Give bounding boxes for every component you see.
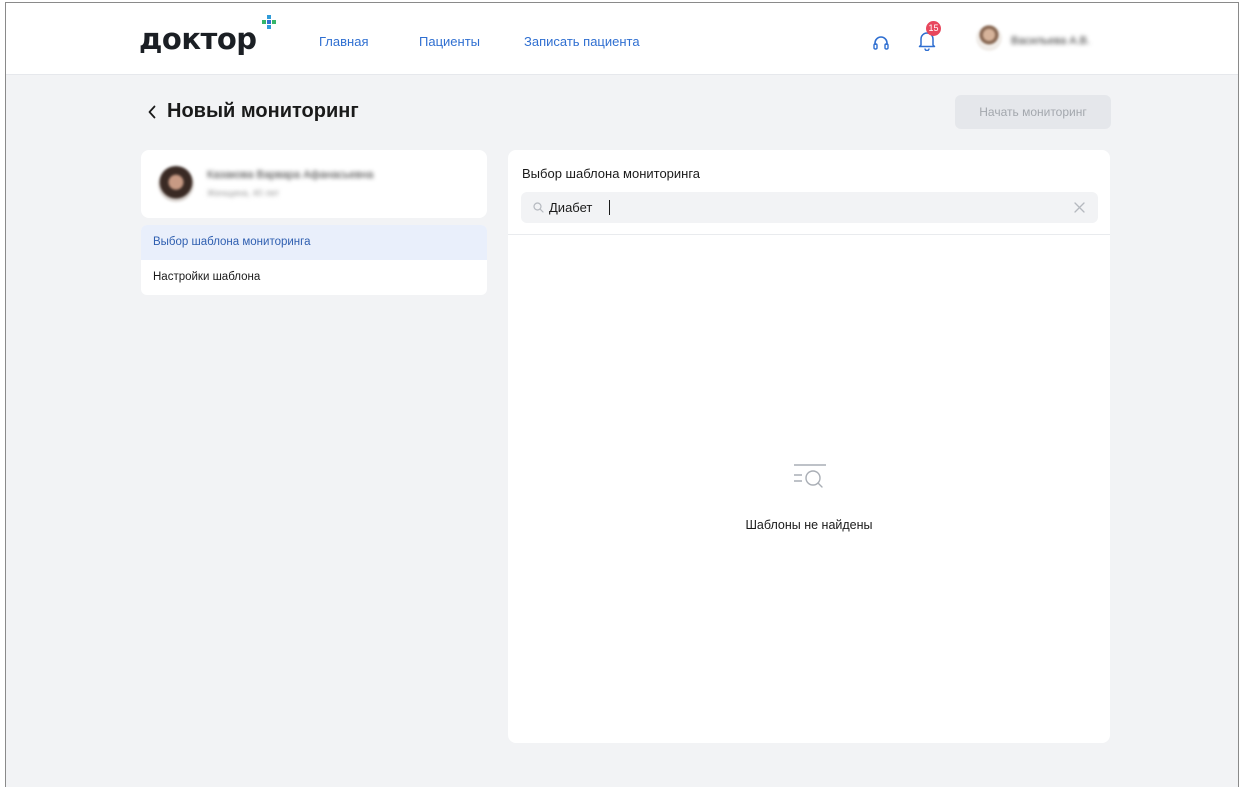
page-title: Новый мониторинг	[167, 100, 359, 122]
patient-details: Женщина, 40 лет	[207, 188, 280, 198]
search-box[interactable]	[521, 192, 1098, 223]
nav-patients[interactable]: Пациенты	[419, 34, 480, 50]
top-bar: доктор Главная Пациенты Записать пациент…	[6, 3, 1238, 75]
steps-list: Выбор шаблона мониторинга Настройки шабл…	[141, 225, 487, 295]
notifications-badge: 15	[926, 21, 941, 36]
app-window: доктор Главная Пациенты Записать пациент…	[5, 2, 1239, 787]
plus-icon	[262, 15, 276, 29]
step-template-selection[interactable]: Выбор шаблона мониторинга	[141, 225, 487, 260]
nav-home[interactable]: Главная	[319, 34, 368, 50]
empty-state-message: Шаблоны не найдены	[745, 518, 873, 532]
close-icon[interactable]	[1074, 202, 1085, 213]
patient-avatar	[158, 166, 194, 202]
patient-name: Казакова Варвара Афанасьевна	[207, 169, 374, 181]
patient-card[interactable]	[141, 150, 487, 218]
nav-record-patient[interactable]: Записать пациента	[524, 34, 640, 50]
step-template-settings[interactable]: Настройки шаблона	[141, 260, 487, 295]
start-monitoring-button[interactable]: Начать мониторинг	[955, 95, 1111, 129]
list-search-icon	[794, 464, 826, 488]
search-input[interactable]	[549, 192, 1069, 223]
user-name[interactable]: Васильева А.В.	[1011, 34, 1090, 48]
panel-title: Выбор шаблона мониторинга	[522, 166, 701, 181]
logo[interactable]: доктор	[139, 23, 257, 55]
chevron-left-icon[interactable]	[147, 105, 157, 119]
search-icon	[533, 202, 544, 213]
template-panel: Выбор шаблона мониторинга Шаблоны не най…	[508, 150, 1110, 743]
headset-icon[interactable]	[872, 35, 890, 51]
user-avatar[interactable]	[976, 25, 1002, 51]
panel-divider	[508, 234, 1110, 235]
text-caret	[609, 200, 610, 215]
